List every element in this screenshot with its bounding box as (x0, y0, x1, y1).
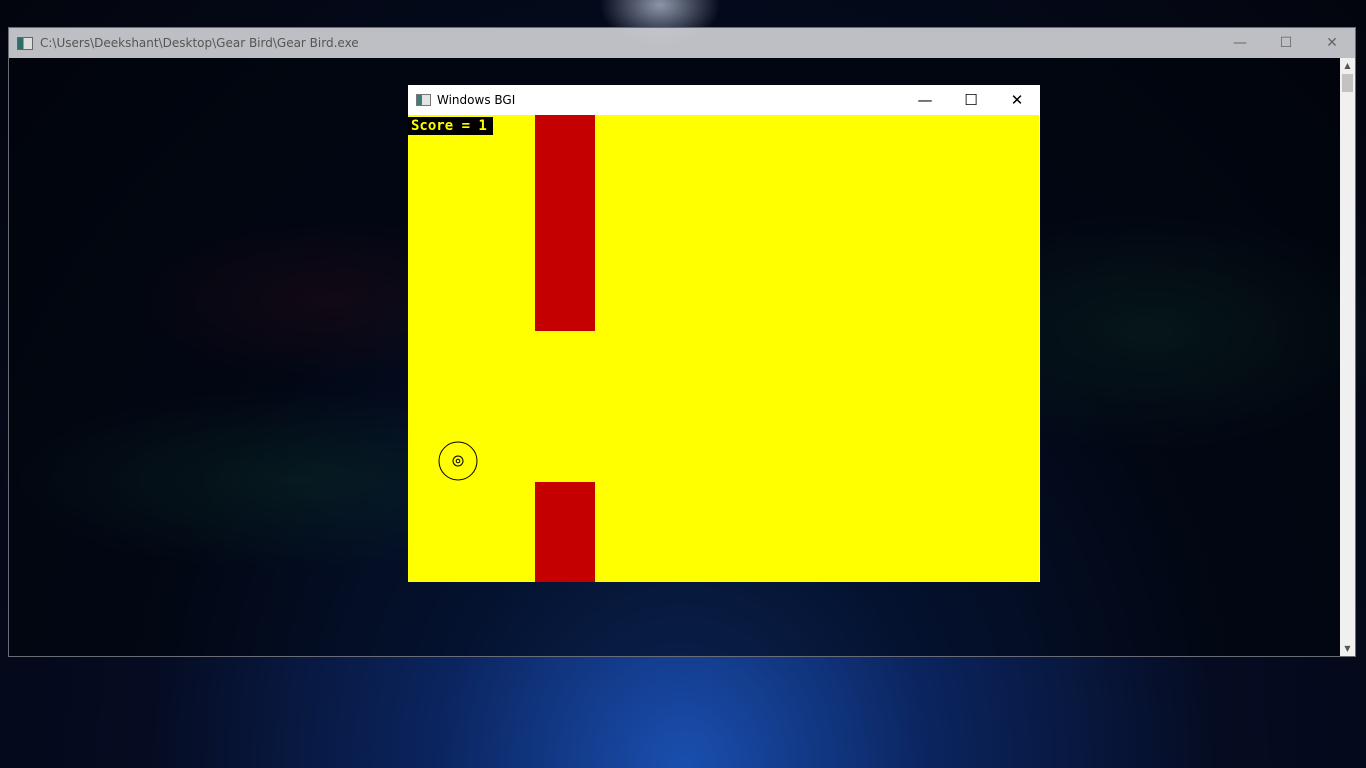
console-scrollbar[interactable]: ▲ ▼ (1340, 58, 1355, 656)
score-label: Score = 1 (408, 117, 493, 135)
bgi-maximize-button[interactable]: ☐ (948, 85, 994, 115)
game-canvas[interactable]: Score = 1 (408, 115, 1039, 582)
scroll-up-icon[interactable]: ▲ (1340, 58, 1355, 73)
console-close-button[interactable]: ✕ (1309, 28, 1355, 58)
scroll-down-icon[interactable]: ▼ (1340, 641, 1355, 656)
scrollbar-thumb[interactable] (1342, 74, 1353, 92)
bgi-app-icon (416, 94, 431, 106)
console-maximize-button[interactable]: ☐ (1263, 28, 1309, 58)
bottom-pipe (535, 482, 595, 582)
bgi-close-button[interactable]: ✕ (994, 85, 1040, 115)
console-title-bar[interactable]: C:\Users\Deekshant\Desktop\Gear Bird\Gea… (9, 28, 1355, 58)
bgi-title-bar[interactable]: Windows BGI — ☐ ✕ (408, 85, 1040, 115)
gear-icon (438, 441, 478, 481)
bgi-title: Windows BGI (437, 93, 516, 107)
bgi-window: Windows BGI — ☐ ✕ Score = 1 (408, 85, 1040, 582)
console-title: C:\Users\Deekshant\Desktop\Gear Bird\Gea… (40, 36, 359, 50)
bgi-minimize-button[interactable]: — (902, 85, 948, 115)
console-app-icon (17, 36, 33, 50)
top-pipe (535, 115, 595, 331)
console-minimize-button[interactable]: — (1217, 28, 1263, 58)
